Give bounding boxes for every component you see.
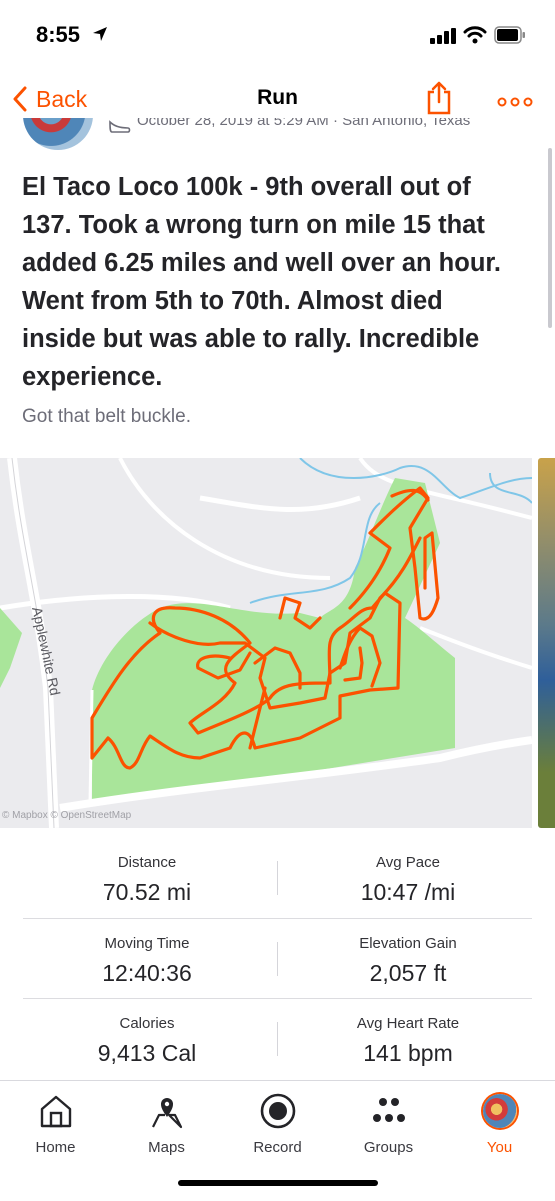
divider <box>23 998 532 999</box>
status-bar: 8:55 <box>0 0 555 70</box>
road-label: Applewhite Rd <box>29 605 63 697</box>
stat-value: 2,057 ft <box>369 960 447 986</box>
tab-you[interactable]: You <box>444 1091 555 1156</box>
stat-value: 12:40:36 <box>102 960 192 986</box>
map-attribution: © Mapbox © OpenStreetMap <box>2 810 132 821</box>
athlete-avatar[interactable] <box>23 118 93 150</box>
stat-avg-pace: Avg Pace 10:47 /mi <box>269 840 547 906</box>
stat-calories: Calories 9,413 Cal <box>8 1001 286 1067</box>
location-arrow-icon <box>92 26 108 47</box>
tab-maps[interactable]: Maps <box>111 1091 222 1156</box>
stat-label: Moving Time <box>104 935 190 952</box>
stat-label: Distance <box>117 854 177 871</box>
status-time: 8:55 <box>36 22 81 47</box>
battery-icon <box>494 26 526 49</box>
activity-photo-thumbnail[interactable] <box>538 458 555 828</box>
tab-home[interactable]: Home <box>0 1091 111 1156</box>
stat-elevation-gain: Elevation Gain 2,057 ft <box>269 921 547 987</box>
tab-label: Home <box>35 1139 76 1156</box>
stat-value: 141 bpm <box>363 1040 453 1066</box>
map-pin-icon <box>111 1091 222 1131</box>
stat-value: 10:47 /mi <box>360 879 456 905</box>
scrollbar[interactable] <box>548 148 552 328</box>
activity-title: El Taco Loco 100k - 9th overall out of 1… <box>22 173 501 391</box>
wifi-icon <box>463 26 487 49</box>
stat-value: 9,413 Cal <box>97 1040 197 1066</box>
page-title: Run <box>257 86 298 109</box>
route-map[interactable]: Applewhite Rd © Mapbox © OpenStreetMap <box>0 458 532 828</box>
stat-row: Moving Time 12:40:36 Elevation Gain 2,05… <box>0 921 555 1001</box>
groups-icon <box>333 1091 444 1131</box>
stat-row: Calories 9,413 Cal Avg Heart Rate 141 bp… <box>0 1001 555 1081</box>
divider <box>23 918 532 919</box>
tab-record[interactable]: Record <box>222 1091 333 1156</box>
tab-label: Record <box>253 1139 302 1156</box>
more-dots-icon <box>497 97 533 107</box>
home-icon <box>0 1091 111 1131</box>
activity-description: Got that belt buckle. <box>22 406 191 427</box>
tab-label: You <box>486 1139 513 1156</box>
stat-label: Avg Heart Rate <box>356 1015 460 1032</box>
tab-label: Maps <box>148 1139 185 1156</box>
stat-row: Distance 70.52 mi Avg Pace 10:47 /mi <box>0 840 555 920</box>
home-indicator <box>178 1180 378 1186</box>
avatar <box>482 1094 517 1128</box>
stat-label: Avg Pace <box>376 854 440 871</box>
share-icon <box>427 81 451 115</box>
tab-groups[interactable]: Groups <box>333 1091 444 1156</box>
stat-distance: Distance 70.52 mi <box>8 840 286 906</box>
activity-meta: October 28, 2019 at 5:29 AM · San Antoni… <box>137 118 471 129</box>
tab-label: Groups <box>363 1139 414 1156</box>
stat-label: Elevation Gain <box>359 935 457 952</box>
activity-header: October 28, 2019 at 5:29 AM · San Antoni… <box>0 118 555 158</box>
cellular-signal-icon <box>430 28 458 44</box>
shoe-icon <box>108 118 132 141</box>
stat-moving-time: Moving Time 12:40:36 <box>8 921 286 987</box>
tab-you-icon-wrap <box>444 1091 555 1131</box>
record-icon <box>222 1091 333 1131</box>
stat-avg-heart-rate: Avg Heart Rate 141 bpm <box>269 1001 547 1067</box>
stat-value: 70.52 mi <box>102 879 192 905</box>
stat-label: Calories <box>119 1015 175 1032</box>
more-options-button[interactable] <box>497 94 533 112</box>
share-button[interactable] <box>425 80 453 121</box>
